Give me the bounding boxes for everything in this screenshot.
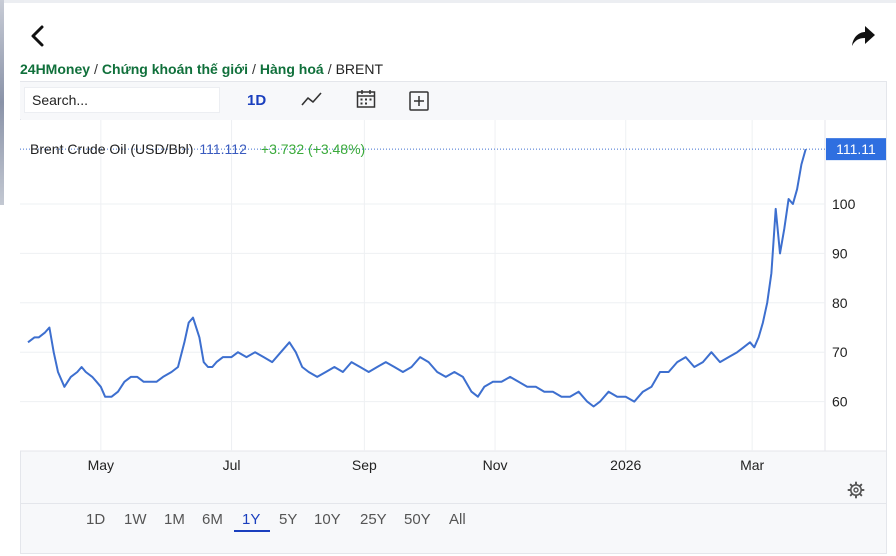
breadcrumb-separator: / bbox=[327, 61, 332, 77]
back-button[interactable] bbox=[24, 22, 52, 50]
chevron-left-icon bbox=[31, 25, 44, 47]
x-axis-ticks: May Jul Sep Nov 2026 Mar bbox=[88, 457, 765, 473]
chart-type-button[interactable] bbox=[300, 89, 324, 111]
x-tick-label: Sep bbox=[352, 457, 377, 473]
compare-button[interactable] bbox=[408, 90, 430, 112]
range-button-1y[interactable]: 1Y bbox=[242, 511, 260, 528]
x-tick-label: May bbox=[88, 457, 114, 473]
active-range-underline bbox=[234, 530, 270, 532]
range-button-1d[interactable]: 1D bbox=[86, 511, 105, 528]
last-price-tag: 111.11 bbox=[826, 138, 886, 161]
x-tick-label: Jul bbox=[223, 457, 241, 473]
range-button-1w[interactable]: 1W bbox=[124, 511, 147, 528]
breadcrumb-link-commodities[interactable]: Hàng hoá bbox=[260, 61, 324, 77]
x-tick-label: Mar bbox=[740, 457, 764, 473]
y-tick-label: 70 bbox=[832, 344, 848, 360]
chart-settings-button[interactable] bbox=[847, 481, 865, 499]
y-tick-label: 90 bbox=[832, 245, 848, 261]
legend-price: 111.112 bbox=[199, 141, 247, 157]
y-tick-label: 60 bbox=[832, 394, 848, 410]
share-arrow-icon bbox=[852, 26, 875, 46]
range-button-10y[interactable]: 10Y bbox=[314, 511, 341, 528]
range-button-25y[interactable]: 25Y bbox=[360, 511, 387, 528]
breadcrumb-separator: / bbox=[94, 61, 98, 77]
x-tick-label: Nov bbox=[483, 457, 508, 473]
range-button-1m[interactable]: 1M bbox=[164, 511, 185, 528]
add-compare-icon bbox=[409, 91, 429, 111]
x-tick-label: 2026 bbox=[610, 457, 641, 473]
breadcrumb: 24HMoney / Chứng khoán thế giới / Hàng hoá / B… bbox=[20, 61, 383, 77]
breadcrumb-link-home[interactable]: 24HMoney bbox=[20, 61, 90, 77]
breadcrumb-separator: / bbox=[252, 61, 256, 77]
range-button-5y[interactable]: 5Y bbox=[279, 511, 297, 528]
range-button-all[interactable]: All bbox=[449, 511, 466, 528]
price-chart[interactable]: May Jul Sep Nov 2026 Mar 60 70 80 90 100 111.11 B… bbox=[20, 120, 886, 480]
legend-name: Brent Crude Oil (USD/Bbl) bbox=[30, 141, 193, 157]
legend-change: +3.732 (+3.48%) bbox=[261, 141, 365, 157]
gear-icon bbox=[847, 481, 865, 499]
breadcrumb-current: BRENT bbox=[335, 61, 384, 77]
y-tick-label: 80 bbox=[832, 295, 848, 311]
interval-button[interactable]: 1D bbox=[247, 92, 266, 109]
range-button-6m[interactable]: 6M bbox=[202, 511, 223, 528]
line-chart-icon bbox=[301, 92, 322, 106]
last-price-tag-label: 111.11 bbox=[836, 141, 876, 157]
top-divider bbox=[0, 0, 896, 3]
left-edge-strip bbox=[0, 0, 4, 205]
symbol-search-input[interactable]: Search... bbox=[24, 87, 220, 113]
breadcrumb-link-world-stocks[interactable]: Chứng khoán thế giới bbox=[102, 61, 248, 77]
share-button[interactable] bbox=[848, 22, 878, 50]
range-button-50y[interactable]: 50Y bbox=[404, 511, 431, 528]
y-tick-label: 100 bbox=[832, 196, 856, 212]
date-range-button[interactable] bbox=[355, 88, 377, 110]
calendar-icon bbox=[356, 90, 376, 108]
